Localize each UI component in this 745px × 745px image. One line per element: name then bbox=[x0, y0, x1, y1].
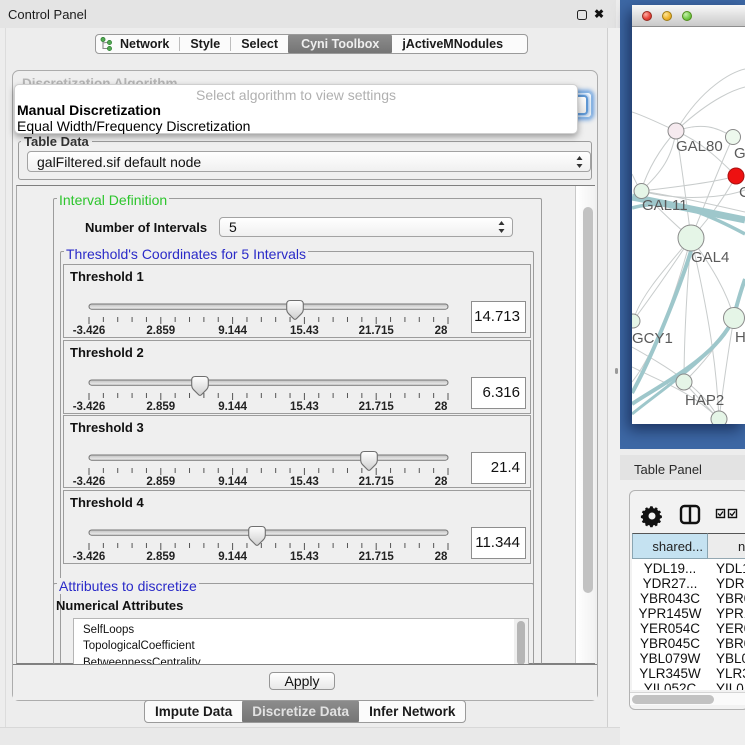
svg-text:CY: CY bbox=[739, 184, 745, 201]
svg-text:GAL80: GAL80 bbox=[676, 138, 723, 155]
svg-text:28: 28 bbox=[435, 325, 448, 337]
svg-text:-3.426: -3.426 bbox=[73, 401, 106, 413]
svg-text:HAP2: HAP2 bbox=[685, 392, 724, 409]
svg-text:2.859: 2.859 bbox=[146, 325, 175, 337]
svg-text:21.715: 21.715 bbox=[359, 551, 395, 563]
svg-text:GCY1: GCY1 bbox=[632, 330, 673, 347]
svg-text:15.43: 15.43 bbox=[290, 476, 319, 488]
svg-text:9.144: 9.144 bbox=[218, 551, 247, 563]
svg-text:2.859: 2.859 bbox=[146, 476, 175, 488]
svg-text:28: 28 bbox=[435, 401, 448, 413]
svg-text:21.715: 21.715 bbox=[359, 401, 395, 413]
svg-text:-3.426: -3.426 bbox=[73, 551, 106, 563]
svg-text:15.43: 15.43 bbox=[290, 401, 319, 413]
svg-text:28: 28 bbox=[435, 551, 448, 563]
svg-text:21.715: 21.715 bbox=[359, 476, 395, 488]
svg-text:2.859: 2.859 bbox=[146, 401, 175, 413]
svg-text:15.43: 15.43 bbox=[290, 325, 319, 337]
svg-text:9.144: 9.144 bbox=[218, 401, 247, 413]
svg-text:15.43: 15.43 bbox=[290, 551, 319, 563]
svg-text:28: 28 bbox=[435, 476, 448, 488]
svg-text:9.144: 9.144 bbox=[218, 476, 247, 488]
svg-text:9.144: 9.144 bbox=[218, 325, 247, 337]
svg-text:GA: GA bbox=[734, 145, 745, 162]
svg-text:GAL4: GAL4 bbox=[691, 249, 729, 266]
svg-text:2.859: 2.859 bbox=[146, 551, 175, 563]
svg-text:21.715: 21.715 bbox=[359, 325, 395, 337]
svg-text:-3.426: -3.426 bbox=[73, 476, 106, 488]
svg-text:GAL11: GAL11 bbox=[642, 197, 688, 214]
svg-text:-3.426: -3.426 bbox=[73, 325, 106, 337]
svg-text:H: H bbox=[735, 329, 745, 346]
